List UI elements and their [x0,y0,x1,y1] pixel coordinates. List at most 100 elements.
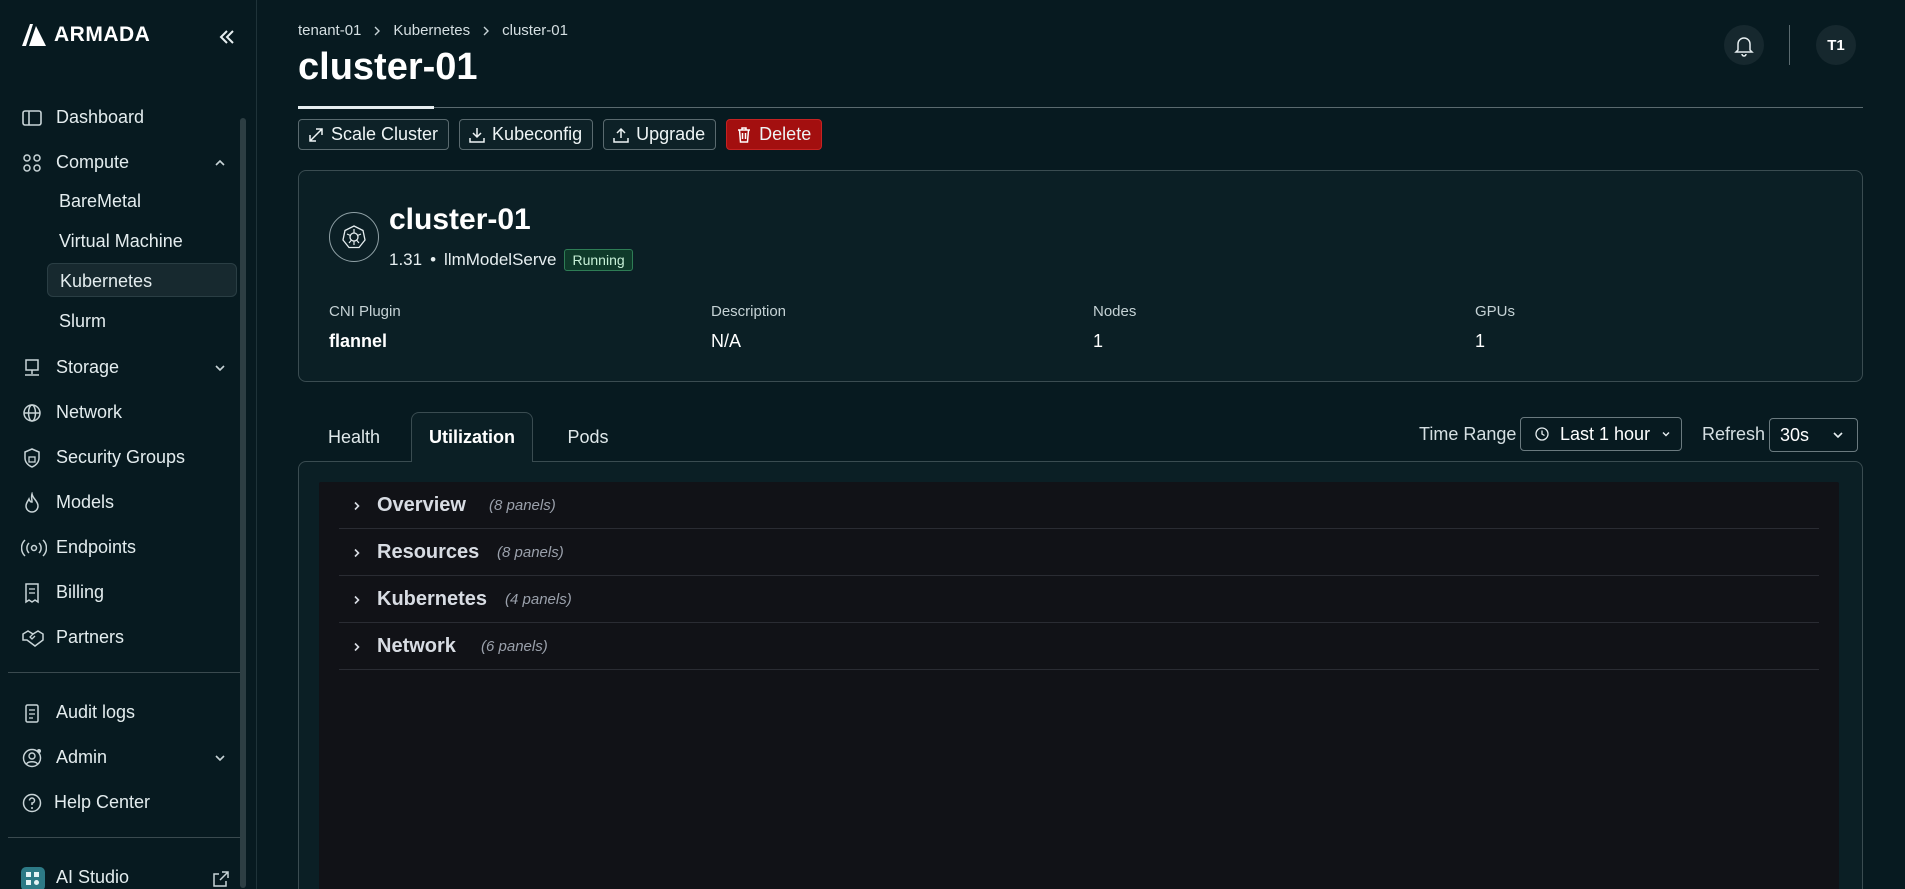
sidebar-item-label: Admin [56,746,108,767]
field-description: Description N/A [711,303,786,352]
sidebar-divider [8,672,243,673]
status-badge: Running [564,249,633,271]
avatar[interactable]: T1 [1816,25,1856,65]
broadcast-icon [21,537,47,559]
panel-row-kubernetes[interactable]: Kubernetes (4 panels) [339,576,1819,623]
sidebar-item-models[interactable]: Models [0,482,245,522]
sidebar-item-label: Slurm [59,311,107,331]
field-value: 1 [1093,331,1104,351]
sidebar-item-label: Audit logs [56,701,136,722]
refresh-value: 30s [1780,424,1810,445]
meta-separator: • [430,250,437,269]
panel-row-count: (4 panels) [505,590,572,608]
tab-utilization[interactable]: Utilization [411,412,533,462]
sidebar-item-billing[interactable]: Billing [0,572,245,612]
button-label: Kubeconfig [492,124,583,144]
sidebar-item-kubernetes[interactable]: Kubernetes [47,263,237,297]
lock-icon [21,447,43,469]
panel-row-resources[interactable]: Resources (8 panels) [339,529,1819,576]
sidebar: ARMADA Dashboard Compute BareMetal Virtu… [0,0,257,889]
sidebar-item-label: BareMetal [59,191,142,211]
sidebar-scrollbar[interactable] [240,118,246,888]
utilization-panel: Overview (8 panels) Resources (8 panels)… [298,461,1863,889]
sidebar-item-slurm[interactable]: Slurm [47,304,237,338]
main-content: tenant-01 Kubernetes cluster-01 cluster-… [258,0,1905,889]
cluster-workload: llmModelServe [444,250,557,269]
sidebar-item-storage[interactable]: Storage [0,347,245,387]
upload-icon [613,127,629,143]
clock-icon [1535,427,1549,441]
chevron-down-icon [1662,432,1670,437]
chevron-right-icon [351,594,363,606]
kubeconfig-button[interactable]: Kubeconfig [459,119,594,150]
sidebar-item-baremetal[interactable]: BareMetal [47,184,237,218]
sidebar-item-virtual-machine[interactable]: Virtual Machine [47,224,237,258]
trash-icon [738,126,751,143]
collapse-sidebar-icon[interactable] [216,26,238,48]
sidebar-panel-icon [21,107,43,129]
panel-row-network[interactable]: Network (6 panels) [339,623,1819,670]
chevron-right-icon [480,25,492,37]
chevron-down-icon[interactable] [212,360,228,376]
sidebar-item-help-center[interactable]: Help Center [0,782,245,822]
sidebar-item-label: Compute [56,151,130,172]
breadcrumb-item[interactable]: tenant-01 [298,22,361,39]
panel-row-count: (8 panels) [497,543,564,561]
flame-icon [21,492,43,514]
armada-logo-icon [22,24,46,46]
breadcrumb-item[interactable]: Kubernetes [393,22,470,39]
field-value: 1 [1475,331,1486,351]
panel-row-overview[interactable]: Overview (8 panels) [339,482,1819,529]
chevron-up-icon[interactable] [212,155,228,171]
chevron-down-icon [1833,432,1843,439]
sidebar-item-label: Partners [56,626,125,647]
cluster-summary-card: cluster-01 1.31 • llmModelServe Running … [298,170,1863,382]
globe-icon [21,402,43,424]
panel-row-count: (8 panels) [489,496,556,514]
bell-icon [1734,37,1754,57]
sidebar-item-compute[interactable]: Compute [0,142,245,182]
user-gear-icon [21,747,43,769]
time-range-select[interactable]: Last 1 hour [1520,417,1682,451]
sidebar-item-endpoints[interactable]: Endpoints [0,527,245,567]
sidebar-item-label: Security Groups [56,446,186,467]
field-value: flannel [329,331,388,351]
brand-logo[interactable]: ARMADA [20,22,150,48]
sidebar-item-admin[interactable]: Admin [0,737,245,777]
chevron-down-icon[interactable] [212,750,228,766]
sidebar-item-dashboard[interactable]: Dashboard [0,97,245,137]
external-link-icon[interactable] [212,870,230,888]
field-value: N/A [711,331,742,351]
upgrade-button[interactable]: Upgrade [603,119,717,150]
delete-button[interactable]: Delete [726,119,823,150]
sidebar-item-security-groups[interactable]: Security Groups [0,437,245,477]
chevron-right-icon [351,547,363,559]
sidebar-item-label: Help Center [54,791,151,812]
clipboard-icon [21,702,43,724]
panel-row-title: Kubernetes [377,587,488,610]
field-label: CNI Plugin [329,303,401,320]
help-circle-icon [21,792,43,814]
sidebar-item-audit-logs[interactable]: Audit logs [0,692,245,732]
notifications-button[interactable] [1724,25,1764,65]
tab-health[interactable]: Health [298,412,410,462]
time-range-value: Last 1 hour [1560,423,1651,444]
brand-name: ARMADA [54,23,151,46]
field-cni-plugin: CNI Plugin flannel [329,303,401,352]
scale-cluster-button[interactable]: Scale Cluster [298,119,450,150]
field-gpus: GPUs 1 [1475,303,1515,352]
refresh-select[interactable]: 30s [1769,418,1858,452]
sidebar-item-label: Kubernetes [60,271,153,291]
sidebar-divider [8,837,243,838]
compute-nodes-icon [21,152,43,174]
refresh-label: Refresh [1702,424,1766,444]
download-icon [469,127,485,143]
tab-pods[interactable]: Pods [534,412,642,462]
sidebar-item-network[interactable]: Network [0,392,245,432]
sidebar-item-ai-studio[interactable]: AI Studio [0,857,245,889]
sidebar-item-label: Network [56,401,123,422]
field-label: Description [711,303,787,320]
title-underline-accent [298,106,434,109]
sidebar-item-partners[interactable]: Partners [0,617,245,657]
breadcrumb: tenant-01 Kubernetes cluster-01 [298,22,568,39]
